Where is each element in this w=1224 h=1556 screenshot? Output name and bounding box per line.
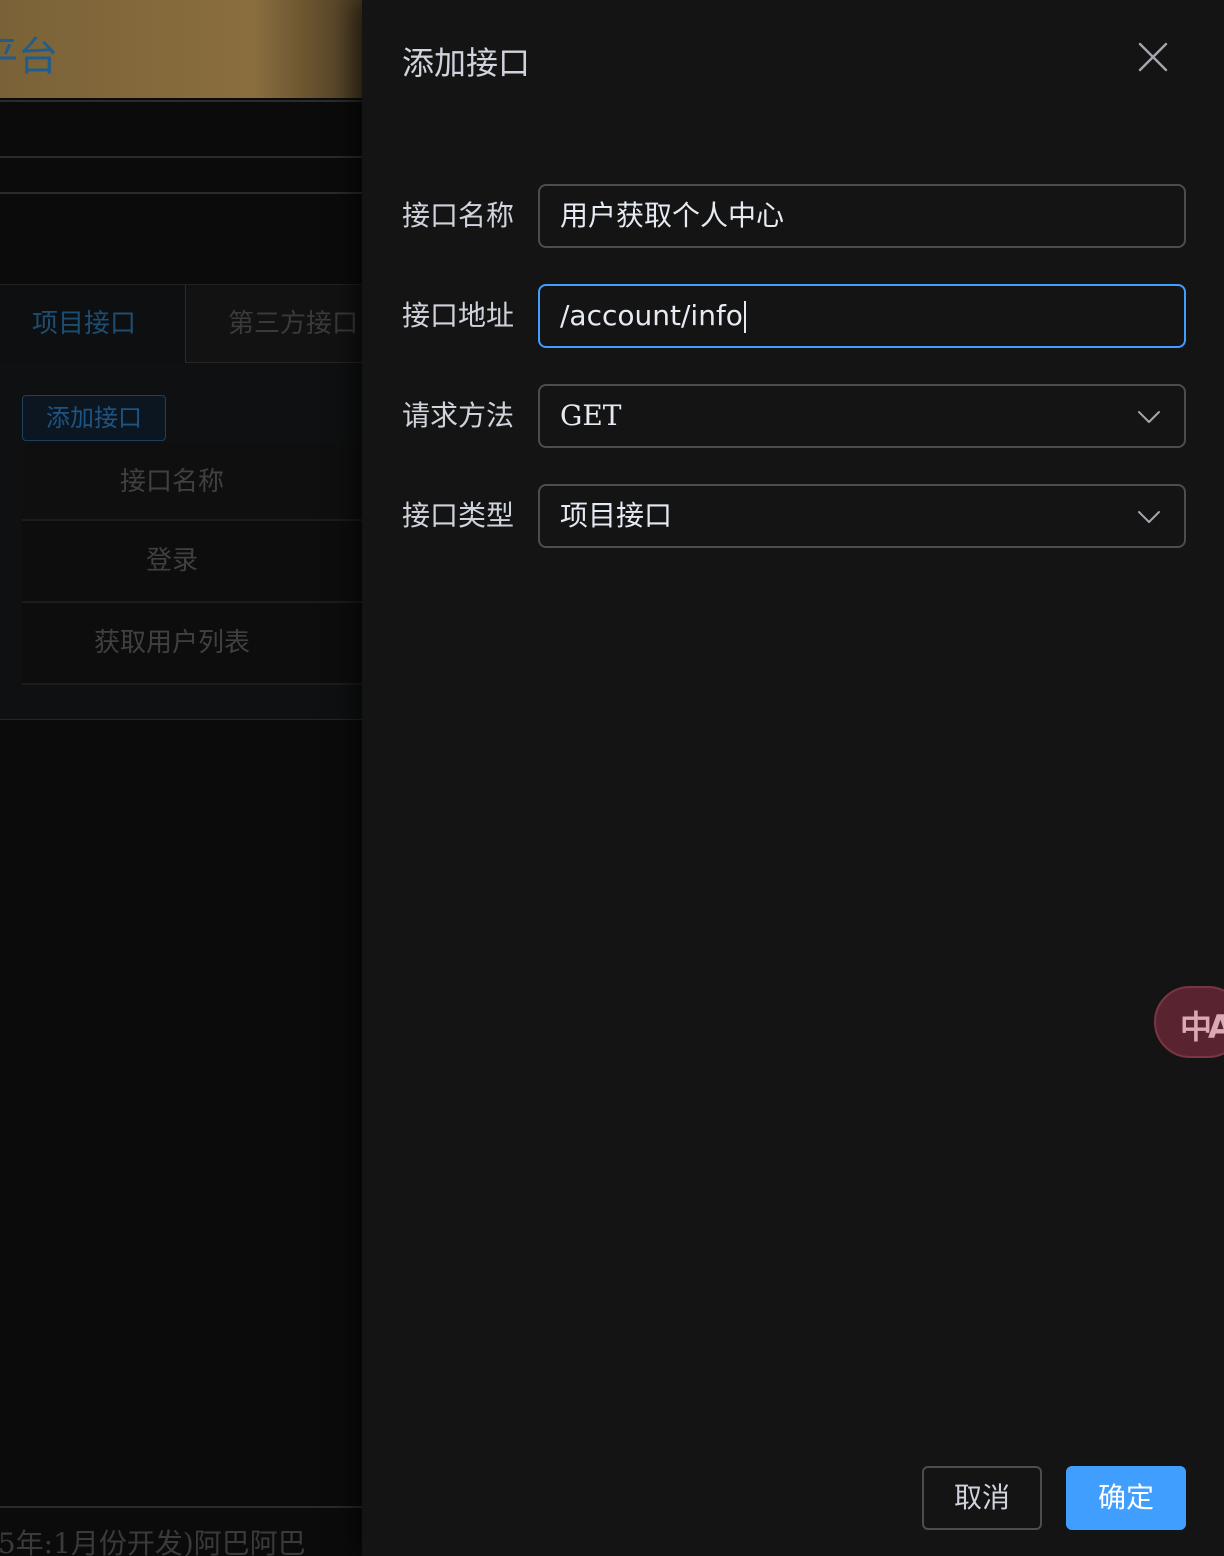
api-type-select[interactable]: 项目接口 [538, 484, 1186, 548]
cancel-button[interactable]: 取消 [922, 1466, 1042, 1530]
form-row-address: 接口地址 /account/info [402, 284, 1186, 348]
drawer-title: 添加接口 [402, 44, 531, 82]
table-row: 登录 [22, 521, 362, 603]
divider [0, 156, 362, 158]
request-method-label: 请求方法 [402, 399, 515, 432]
table-header-name: 接口名称 [22, 443, 362, 521]
app-title: 平台 [0, 34, 58, 80]
chevron-down-icon [1138, 511, 1160, 523]
api-address-value: /account/info [560, 299, 743, 332]
api-name-label: 接口名称 [402, 199, 515, 232]
add-api-drawer: 添加接口 接口名称 用户获取个人中心 接口地址 /account/info 请求… [362, 0, 1224, 1556]
api-table: 接口名称 登录 获取用户列表 [22, 443, 362, 685]
divider [0, 100, 362, 102]
footer-text: 25年:1月份开发)阿巴阿巴 [0, 1527, 306, 1556]
request-method-value: GET [560, 399, 622, 432]
translate-button[interactable]: 中A [1154, 986, 1224, 1058]
chevron-down-icon [1138, 411, 1160, 423]
api-type-value: 项目接口 [560, 499, 673, 532]
request-method-select[interactable]: GET [538, 384, 1186, 448]
close-icon[interactable] [1132, 36, 1174, 78]
add-api-button: 添加接口 [22, 395, 166, 441]
tab-project-api: 项目接口 [0, 285, 186, 363]
text-cursor [743, 301, 746, 333]
confirm-button[interactable]: 确定 [1066, 1466, 1186, 1530]
api-address-label: 接口地址 [402, 299, 515, 332]
api-address-input[interactable]: /account/info [538, 284, 1186, 348]
table-row: 获取用户列表 [22, 603, 362, 685]
form-row-name: 接口名称 用户获取个人中心 [402, 184, 1186, 248]
tab-third-party-api: 第三方接口 [186, 285, 362, 363]
divider [0, 1506, 362, 1508]
api-name-input[interactable]: 用户获取个人中心 [538, 184, 1186, 248]
api-panel: 项目接口 第三方接口 添加接口 接口名称 登录 获取用户列表 [0, 284, 362, 720]
app-header: 平台 [0, 0, 362, 98]
form-row-type: 接口类型 项目接口 [402, 484, 1186, 548]
background-page: 平台 项目接口 第三方接口 添加接口 接口名称 登录 获取用户列表 25年:1月… [0, 0, 362, 1556]
divider [0, 192, 362, 194]
api-name-value: 用户获取个人中心 [560, 199, 785, 232]
api-type-label: 接口类型 [402, 499, 515, 532]
form-row-method: 请求方法 GET [402, 384, 1186, 448]
translate-icon: 中A [1180, 1008, 1224, 1046]
